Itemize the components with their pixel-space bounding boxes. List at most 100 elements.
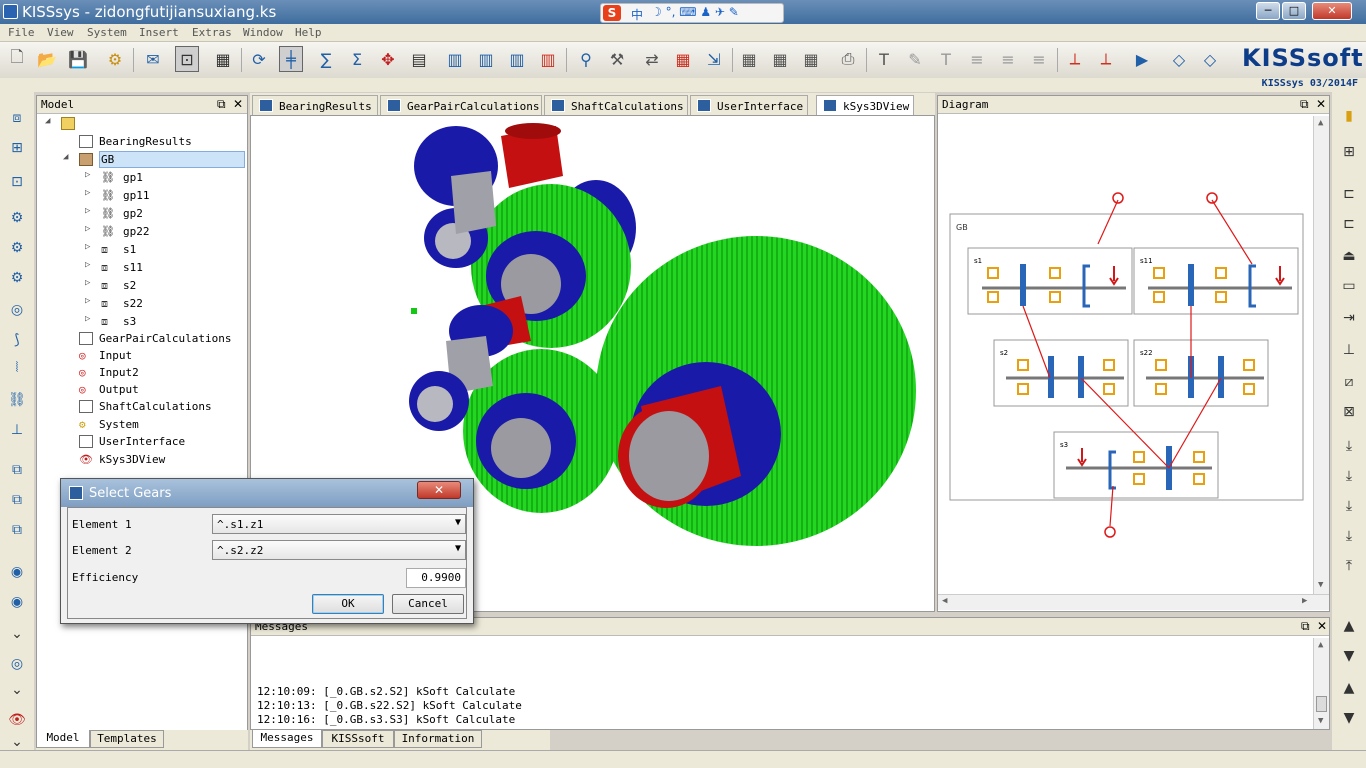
axes-icon[interactable]: ⟂	[1063, 46, 1087, 72]
chart3-icon[interactable]: ▥	[505, 46, 529, 72]
tab-bearingresults[interactable]: BearingResults	[252, 95, 378, 115]
shaft-box-s3[interactable]	[1053, 431, 1219, 499]
more-chevron-icon[interactable]: ⌄	[8, 734, 26, 750]
sign-icon[interactable]: ⇄	[640, 46, 664, 72]
shaft-align-icon[interactable]: ╪	[279, 46, 303, 72]
tree-row-system[interactable]: ⚙ System	[77, 417, 245, 433]
tree-row-output[interactable]: ◎ Output	[77, 382, 245, 398]
float-panel-icon[interactable]: ⧉	[1300, 97, 1309, 112]
new-file-icon[interactable]: 🗋	[5, 46, 29, 72]
tree-row-gearpaircalculations[interactable]: GearPairCalculations	[77, 331, 245, 347]
tab-ksys3dview[interactable]: kSys3DView	[816, 95, 914, 116]
tab-gearpaircalculations[interactable]: GearPairCalculations	[380, 95, 542, 115]
coupling3-icon[interactable]: ⧉	[8, 522, 26, 538]
tab-userinterface[interactable]: UserInterface	[690, 95, 808, 115]
target-icon[interactable]: ◎	[8, 656, 26, 672]
menu-help[interactable]: Help	[295, 26, 322, 39]
cube-icon[interactable]: ◇	[1167, 46, 1191, 72]
palette-icon[interactable]: ▦	[671, 46, 695, 72]
expand-arrow-icon[interactable]: ▷	[85, 224, 95, 234]
close-panel-icon[interactable]: ✕	[1317, 619, 1327, 633]
kinematic-diagram[interactable]: GB s1 s11 s2 s22 s3	[938, 116, 1329, 586]
load5-icon[interactable]: ⤒	[1340, 558, 1358, 574]
ime-mode[interactable]: 中	[631, 6, 643, 23]
open-folder-icon[interactable]: 📂	[35, 46, 59, 72]
minimize-button[interactable]: ─	[1256, 2, 1280, 20]
float-panel-icon[interactable]: ⧉	[1301, 619, 1310, 634]
load4-icon[interactable]: ⤓	[1340, 528, 1358, 544]
circle-icon[interactable]: ◉	[8, 564, 26, 580]
chain-icon[interactable]: ⛓	[8, 392, 26, 408]
tree-row-input[interactable]: ◎ Input	[77, 348, 245, 364]
housing-icon[interactable]: ⊡	[8, 174, 26, 190]
ime-toolbar[interactable]: S 中 ☽ °, ⌨ ♟ ✈ ✎	[600, 3, 784, 23]
scroll-down-icon[interactable]: ▼	[1340, 648, 1358, 664]
gear-icon[interactable]: ⚙	[8, 210, 26, 226]
calc-sum-icon[interactable]: ∑	[314, 46, 338, 72]
spring-icon[interactable]: ⦚	[8, 360, 26, 376]
messages-vscrollbar[interactable]: ▲ ▼	[1313, 638, 1329, 729]
expand-arrow-icon[interactable]: ▷	[85, 242, 95, 252]
dialog-title-bar[interactable]: Select Gears ✕	[61, 479, 473, 507]
table-del-icon[interactable]: ▦	[799, 46, 823, 72]
chart-colored-icon[interactable]: ▥	[536, 46, 560, 72]
diagram-hscrollbar[interactable]: ◀ ▶	[938, 594, 1329, 610]
calculator-icon[interactable]: ▦	[211, 46, 235, 72]
cone-icon[interactable]: ⏏	[1340, 248, 1358, 264]
shaft-box-s2[interactable]	[993, 339, 1129, 407]
scroll-up-icon[interactable]: ▲	[1340, 618, 1358, 634]
tree-row-root[interactable]: ◢	[45, 116, 245, 132]
tree-row-gp22[interactable]: ▷ ⛓ gp22	[85, 224, 245, 240]
tree-row-ksys3dview[interactable]: 👁 kSys3DView	[77, 452, 245, 468]
expand-arrow-icon[interactable]: ▷	[85, 188, 95, 198]
close-panel-icon[interactable]: ✕	[1316, 97, 1326, 111]
more-chevron-icon[interactable]: ⌄	[8, 626, 26, 642]
float-panel-icon[interactable]: ⧉	[217, 97, 226, 112]
tree-row-s1[interactable]: ▷ ⧈ s1	[85, 242, 245, 258]
align-center-icon[interactable]: ≡	[996, 46, 1020, 72]
tree-row-s22[interactable]: ▷ ⧈ s22	[85, 296, 245, 312]
tool-icon[interactable]: ⚒	[605, 46, 629, 72]
tab-shaftcalculations[interactable]: ShaftCalculations	[544, 95, 688, 115]
tree-row-gp1[interactable]: ▷ ⛓ gp1	[85, 170, 245, 186]
expand-arrow-icon[interactable]: ◢	[63, 152, 73, 162]
sum-icon[interactable]: Σ	[345, 46, 369, 72]
tree-row-gb[interactable]: ◢ GB	[63, 151, 245, 168]
tree-row-input2[interactable]: ◎ Input2	[77, 365, 245, 381]
table-add-icon[interactable]: ▦	[768, 46, 792, 72]
scroll-up-icon[interactable]: ▲	[1318, 640, 1323, 650]
expand-arrow-icon[interactable]: ▷	[85, 314, 95, 324]
close-button[interactable]: ✕	[1312, 2, 1352, 20]
efficiency-input[interactable]: 0.9900	[406, 568, 466, 588]
menu-system[interactable]: System	[87, 26, 127, 39]
support-icon[interactable]: ⊥	[1340, 342, 1358, 358]
expand-arrow-icon[interactable]: ▷	[85, 206, 95, 216]
bevel-gear-icon[interactable]: ⚙	[8, 270, 26, 286]
cancel-button[interactable]: Cancel	[392, 594, 464, 614]
rack-icon[interactable]: ⊥	[8, 422, 26, 438]
load2-icon[interactable]: ⤓	[1340, 468, 1358, 484]
expand-arrow-icon[interactable]: ▷	[85, 278, 95, 288]
menu-window[interactable]: Window	[243, 26, 283, 39]
mail-icon[interactable]: ✉	[141, 46, 165, 72]
pen-icon[interactable]: ✎	[903, 46, 927, 72]
bearing-icon[interactable]: ⧈	[8, 110, 26, 126]
gear2-icon[interactable]: ⚙	[8, 240, 26, 256]
shaft-box-s11[interactable]	[1133, 247, 1299, 315]
dialog-close-button[interactable]: ✕	[417, 481, 461, 499]
box-icon[interactable]: ▭	[1340, 278, 1358, 294]
load-icon[interactable]: ⤓	[1340, 438, 1358, 454]
scroll-thumb[interactable]	[1316, 696, 1327, 712]
menu-view[interactable]: View	[47, 26, 74, 39]
tree-row-s2[interactable]: ▷ ⧈ s2	[85, 278, 245, 294]
tree-row-gp11[interactable]: ▷ ⛓ gp11	[85, 188, 245, 204]
input-port-icon[interactable]	[1112, 192, 1124, 204]
menu-insert[interactable]: Insert	[139, 26, 179, 39]
coupling-icon[interactable]: ⧉	[8, 462, 26, 478]
folder-icon[interactable]: ▮	[1340, 108, 1358, 124]
shaft-box-s1[interactable]	[967, 247, 1133, 315]
diagram-vscrollbar[interactable]: ▲ ▼	[1313, 116, 1329, 594]
play-icon[interactable]: ▶	[1130, 46, 1154, 72]
tree-row-userinterface[interactable]: UserInterface	[77, 434, 245, 450]
bracket-icon[interactable]: ⊏	[1340, 186, 1358, 202]
